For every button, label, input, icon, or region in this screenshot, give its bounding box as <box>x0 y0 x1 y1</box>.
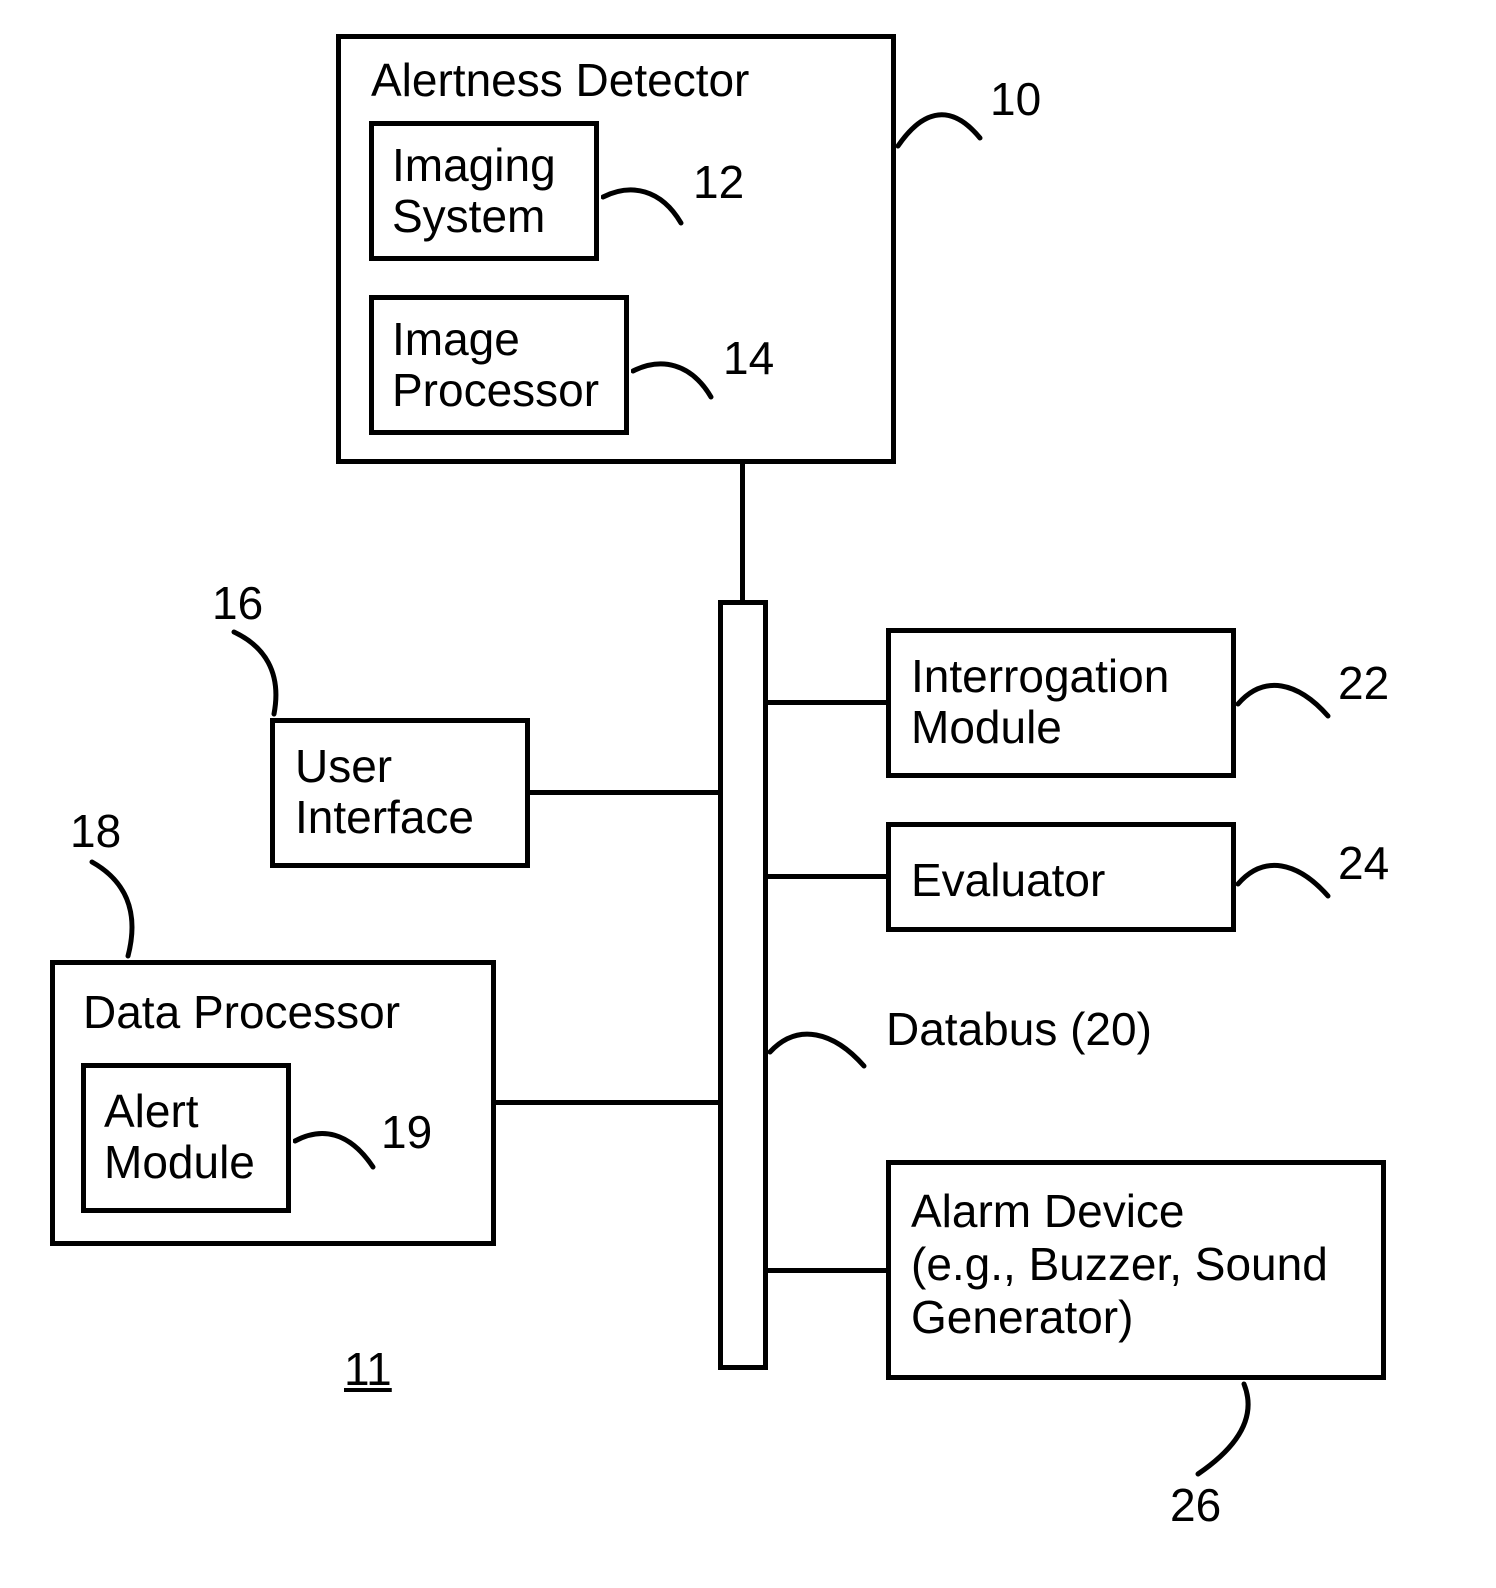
conn-bus-to-26 <box>768 1268 886 1273</box>
leader-24 <box>1236 850 1332 906</box>
leader-18 <box>80 856 160 960</box>
block-interrogation-module: Interrogation Module <box>886 628 1236 778</box>
block-image-processor: Image Processor <box>369 295 629 435</box>
block-alarm-device: Alarm Device (e.g., Buzzer, Sound Genera… <box>886 1160 1386 1380</box>
diagram-canvas: Alertness Detector Imaging System 12 Ima… <box>0 0 1496 1588</box>
block-data-processor: Data Processor Alert Module 19 <box>50 960 496 1246</box>
block-user-interface: User Interface <box>270 718 530 868</box>
databus-label: Databus (20) <box>886 1002 1152 1056</box>
block-title: Alertness Detector <box>371 53 749 107</box>
block-imaging-system: Imaging System <box>369 121 599 261</box>
block-title: Alarm Device (e.g., Buzzer, Sound Genera… <box>911 1185 1328 1344</box>
ref-18: 18 <box>70 804 121 858</box>
block-title: Alert Module <box>104 1086 255 1187</box>
conn-10-to-bus <box>740 464 745 600</box>
conn-18-to-bus <box>496 1100 720 1105</box>
figure-number: 11 <box>344 1342 392 1396</box>
block-title: Imaging System <box>392 140 556 241</box>
block-title: User Interface <box>295 741 474 842</box>
leader-10 <box>896 98 986 168</box>
leader-20 <box>768 1018 868 1078</box>
ref-12: 12 <box>693 155 744 209</box>
leader-12 <box>601 179 691 239</box>
leader-22 <box>1236 670 1332 726</box>
block-alertness-detector: Alertness Detector Imaging System 12 Ima… <box>336 34 896 464</box>
leader-26 <box>1184 1380 1264 1480</box>
block-alert-module: Alert Module <box>81 1063 291 1213</box>
conn-bus-to-22 <box>768 700 886 705</box>
conn-bus-to-24 <box>768 874 886 879</box>
ref-10: 10 <box>990 72 1041 126</box>
ref-22: 22 <box>1338 656 1389 710</box>
block-evaluator: Evaluator <box>886 822 1236 932</box>
block-title: Interrogation Module <box>911 651 1169 752</box>
block-title: Evaluator <box>911 853 1105 907</box>
leader-14 <box>631 353 721 413</box>
databus <box>718 600 768 1370</box>
block-title: Image Processor <box>392 314 599 415</box>
ref-24: 24 <box>1338 836 1389 890</box>
leader-19 <box>293 1123 377 1179</box>
block-title: Data Processor <box>83 985 400 1039</box>
ref-14: 14 <box>723 331 774 385</box>
conn-16-to-bus <box>530 790 720 795</box>
ref-19: 19 <box>381 1105 432 1159</box>
leader-16 <box>224 626 304 718</box>
ref-26: 26 <box>1170 1478 1221 1532</box>
ref-16: 16 <box>212 576 263 630</box>
